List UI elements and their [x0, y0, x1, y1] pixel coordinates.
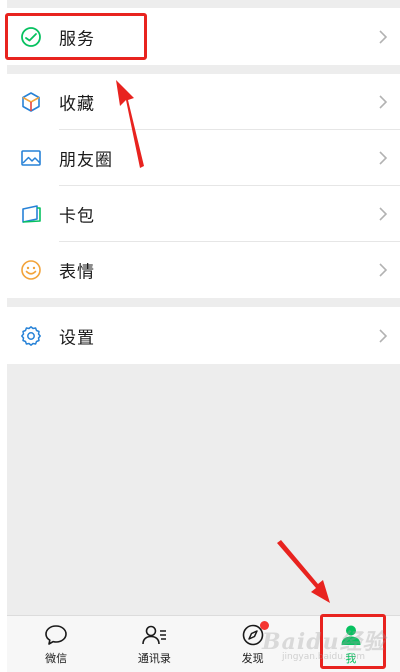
arrow-to-service	[116, 80, 144, 168]
annotation-arrows	[116, 80, 330, 603]
arrow-to-me-tab	[277, 540, 330, 603]
